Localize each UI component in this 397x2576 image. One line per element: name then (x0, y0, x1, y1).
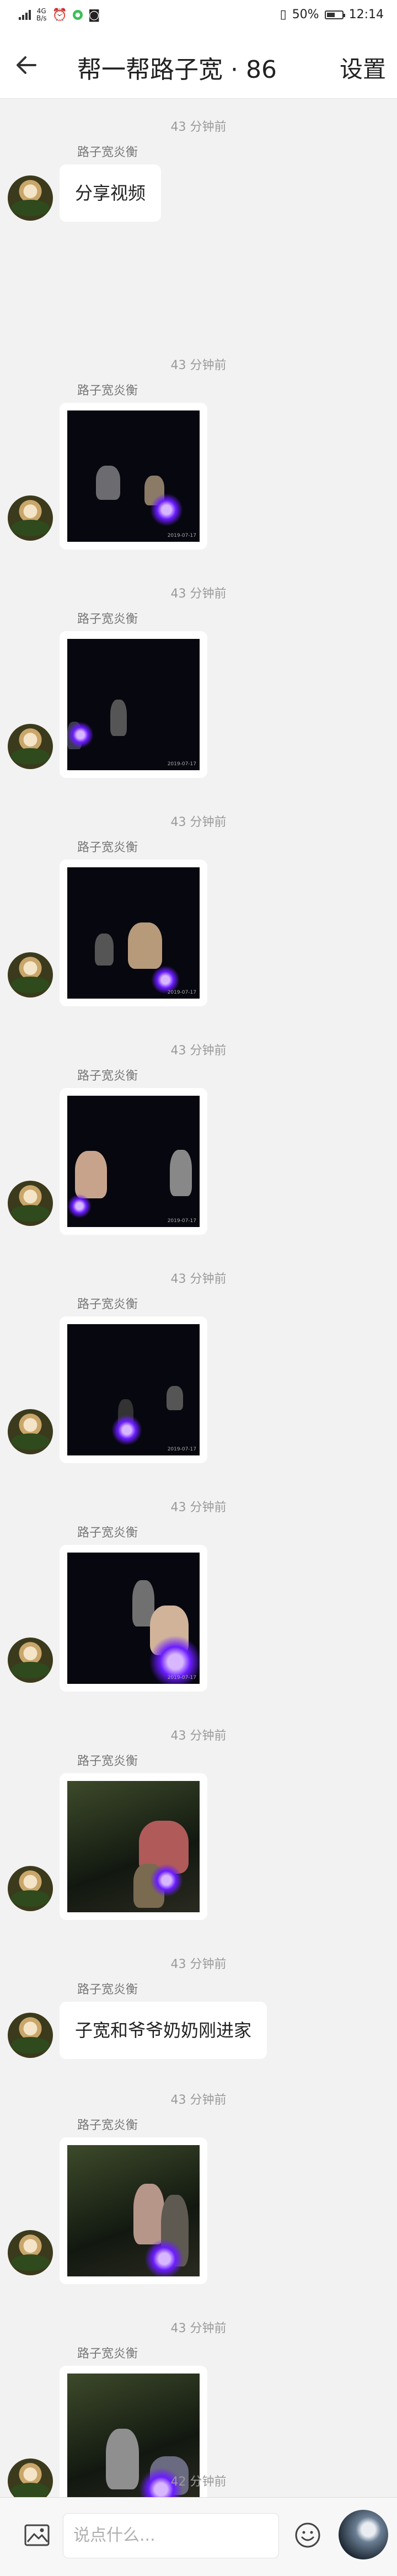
photo-thumbnail: 2019-07-17 (67, 1096, 200, 1227)
image-message[interactable]: 2019-07-17 (60, 860, 207, 1006)
sender-name: 路子宽炎衡 (77, 1983, 138, 1997)
photo-date-stamp: 2019-07-17 (167, 533, 196, 538)
message-timestamp: 43 分钟前 (170, 1958, 227, 1971)
message-bubble[interactable]: 分享视频 (60, 164, 162, 222)
photo-date-stamp: 2019-07-17 (167, 761, 196, 767)
image-icon[interactable] (24, 2524, 50, 2546)
vibrate-icon: ▯ (280, 8, 287, 22)
sender-name: 路子宽炎衡 (77, 146, 138, 159)
signal-icon (19, 10, 31, 20)
notification-icon: ◙ (88, 8, 100, 22)
photo-date-stamp: 2019-07-17 (167, 990, 196, 995)
arrow-left-icon[interactable] (13, 51, 42, 79)
photo-thumbnail (67, 1781, 200, 1912)
image-message[interactable] (60, 2137, 207, 2284)
sender-avatar[interactable] (8, 175, 53, 221)
image-message[interactable] (60, 1773, 207, 1920)
network-speed: 4G B/s (36, 7, 47, 22)
message-timestamp: 43 分钟前 (170, 1272, 227, 1286)
sender-name: 路子宽炎衡 (77, 2119, 138, 2132)
photo-thumbnail: 2019-07-17 (67, 867, 200, 999)
sender-name: 路子宽炎衡 (77, 2347, 138, 2361)
sender-name: 路子宽炎衡 (77, 384, 138, 398)
message-timestamp: 43 分钟前 (170, 120, 227, 134)
photo-thumbnail: 2019-07-17 (67, 1553, 200, 1684)
chat-title: 帮一帮路子宽 · 86 (77, 56, 277, 84)
sender-name: 路子宽炎衡 (77, 612, 138, 626)
message-bubble[interactable]: 子宽和爷爷奶奶刚进家 (60, 2002, 267, 2059)
image-message[interactable]: 2019-07-17 (60, 1545, 207, 1692)
sender-name: 路子宽炎衡 (77, 1754, 138, 1768)
image-message[interactable]: 2019-07-17 (60, 631, 207, 778)
sender-name: 路子宽炎衡 (77, 1298, 138, 1311)
battery-percent: 50% (292, 8, 319, 22)
clock: 12:14 (348, 8, 384, 22)
sender-avatar[interactable] (8, 495, 53, 541)
sender-avatar[interactable] (8, 2013, 53, 2058)
message-input[interactable]: 说点什么... (63, 2513, 279, 2558)
photo-thumbnail: 2019-07-17 (67, 410, 200, 542)
photo-date-stamp: 2019-07-17 (167, 1675, 196, 1681)
sender-avatar[interactable] (8, 1181, 53, 1226)
image-message[interactable] (60, 2366, 207, 2513)
message-timestamp: 43 分钟前 (170, 1729, 227, 1743)
alarm-icon: ⏰ (52, 8, 67, 22)
sender-name: 路子宽炎衡 (77, 1069, 138, 1083)
message-timestamp: 43 分钟前 (170, 1044, 227, 1058)
image-message[interactable]: 2019-07-17 (60, 1316, 207, 1463)
emoji-icon[interactable] (294, 2522, 321, 2548)
status-bar: 4G B/s ⏰ ● ◙ ▯ 50% 12:14 (0, 0, 397, 33)
sender-name: 路子宽炎衡 (77, 1526, 138, 1540)
settings-button[interactable]: 设置 (340, 51, 386, 84)
photo-date-stamp: 2019-07-17 (167, 1218, 196, 1224)
my-avatar[interactable] (339, 2510, 388, 2559)
message-timestamp: 43 分钟前 (170, 815, 227, 829)
photo-thumbnail: 2019-07-17 (67, 1324, 200, 1455)
photo-date-stamp: 2019-07-17 (167, 1447, 196, 1452)
sender-avatar[interactable] (8, 1866, 53, 1911)
sender-avatar[interactable] (8, 1638, 53, 1683)
input-bar: 说点什么... (0, 2497, 397, 2576)
message-timestamp: 43 分钟前 (170, 587, 227, 601)
photo-thumbnail (67, 2145, 200, 2276)
message-timestamp: 42 分钟前 (170, 2475, 227, 2489)
sender-avatar[interactable] (8, 1409, 53, 1454)
message-timestamp: 43 分钟前 (170, 2093, 227, 2107)
wechat-notification-icon: ● (72, 10, 83, 20)
sender-name: 路子宽炎衡 (77, 841, 138, 855)
message-timestamp: 43 分钟前 (170, 359, 227, 372)
photo-thumbnail: 2019-07-17 (67, 639, 200, 770)
image-message[interactable]: 2019-07-17 (60, 1088, 207, 1235)
battery-icon (324, 10, 345, 19)
sender-avatar[interactable] (8, 724, 53, 769)
chat-header: 帮一帮路子宽 · 86 设置 (0, 33, 397, 99)
message-timestamp: 43 分钟前 (170, 2322, 227, 2335)
message-timestamp: 43 分钟前 (170, 1501, 227, 1514)
image-message[interactable]: 2019-07-17 (60, 403, 207, 550)
sender-avatar[interactable] (8, 2230, 53, 2275)
sender-avatar[interactable] (8, 952, 53, 998)
